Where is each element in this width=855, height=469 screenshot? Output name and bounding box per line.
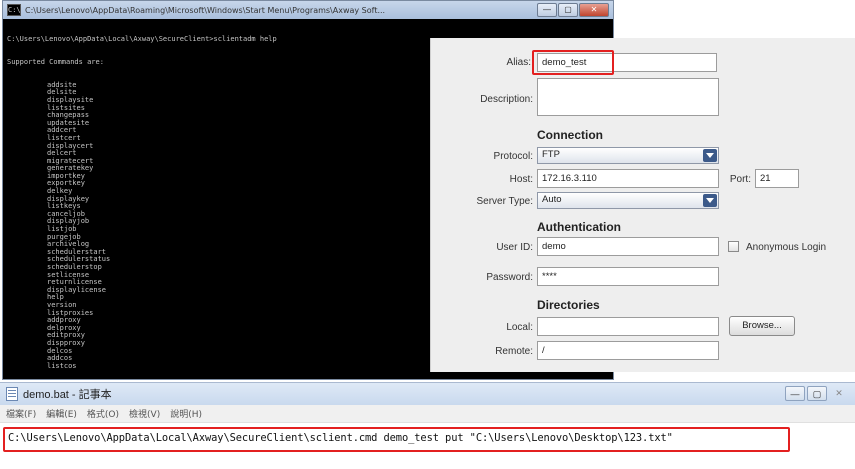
menu-help[interactable]: 說明(H) [170,407,202,420]
console-icon: C:\ [7,4,21,16]
chevron-down-icon [703,194,717,207]
chevron-down-icon [703,149,717,162]
notepad-titlebar[interactable]: demo.bat - 記事本 — ▢ ✕ [0,383,855,405]
menu-edit[interactable]: 編輯(E) [46,407,77,420]
notepad-icon [6,387,18,401]
protocol-value: FTP [542,149,560,160]
port-field[interactable]: 21 [755,169,799,188]
server-type-label: Server Type: [476,196,533,207]
close-button[interactable]: ✕ [829,386,849,401]
maximize-button[interactable]: ▢ [807,386,827,401]
server-type-value: Auto [542,194,562,205]
notepad-title: demo.bat - 記事本 [23,389,112,401]
minimize-button[interactable]: — [537,3,557,17]
connection-heading: Connection [537,128,603,142]
protocol-label: Protocol: [493,151,533,162]
close-button[interactable]: ✕ [579,3,609,17]
server-type-select[interactable]: Auto [537,192,719,209]
menu-view[interactable]: 檢視(V) [129,407,160,420]
alias-highlight [532,50,614,75]
local-field[interactable] [537,317,719,336]
directories-heading: Directories [537,298,600,312]
maximize-button[interactable]: ▢ [558,3,578,17]
host-label: Host: [509,174,533,185]
command-highlight [3,427,790,452]
authentication-heading: Authentication [537,220,621,234]
password-label: Password: [486,272,533,283]
anonymous-login-checkbox[interactable] [728,241,739,252]
menu-file[interactable]: 檔案(F) [6,407,36,420]
menu-format[interactable]: 格式(O) [87,407,119,420]
local-label: Local: [506,322,533,333]
alias-label: Alias: [506,57,531,68]
userid-field[interactable]: demo [537,237,719,256]
console-titlebar[interactable]: C:\ C:\Users\Lenovo\AppData\Roaming\Micr… [3,1,613,19]
host-field[interactable]: 172.16.3.110 [537,169,719,188]
notepad-window: demo.bat - 記事本 — ▢ ✕ 檔案(F) 編輯(E) 格式(O) 檢… [0,382,855,469]
browse-button[interactable]: Browse... [729,316,795,336]
notepad-menubar: 檔案(F) 編輯(E) 格式(O) 檢視(V) 說明(H) [0,405,855,423]
console-title: C:\Users\Lenovo\AppData\Roaming\Microsof… [25,5,386,15]
password-field[interactable]: **** [537,267,719,286]
remote-label: Remote: [495,346,533,357]
anonymous-login-label: Anonymous Login [746,242,827,253]
userid-label: User ID: [496,242,533,253]
port-label: Port: [729,174,751,185]
minimize-button[interactable]: — [785,386,805,401]
description-field[interactable] [537,78,719,116]
protocol-select[interactable]: FTP [537,147,719,164]
remote-field[interactable]: / [537,341,719,360]
site-config-dialog: Alias: demo_test Description: Connection… [430,38,855,372]
description-label: Description: [480,94,533,105]
